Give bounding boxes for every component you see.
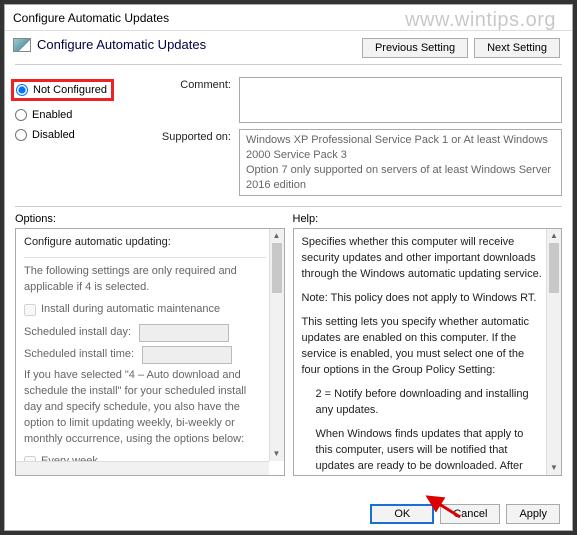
highlight-not-configured: Not Configured: [11, 79, 114, 101]
help-text: When Windows finds updates that apply to…: [302, 427, 544, 477]
help-scrollbar-v[interactable]: ▲ ▼: [546, 229, 561, 475]
help-panel: Help: Specifies whether this computer wi…: [293, 213, 563, 476]
options-scrollbar-h[interactable]: [16, 461, 269, 475]
scheduled-time-row: Scheduled install time:: [24, 346, 266, 364]
checkbox-install-maintenance-input[interactable]: [24, 304, 36, 316]
radio-enabled[interactable]: Enabled: [15, 109, 135, 121]
header-title: Configure Automatic Updates: [37, 37, 206, 52]
nav-buttons: Previous Setting Next Setting: [362, 38, 560, 58]
scheduled-day-row: Scheduled install day:: [24, 324, 266, 342]
help-box: Specifies whether this computer will rec…: [293, 228, 563, 476]
cancel-button[interactable]: Cancel: [440, 504, 500, 524]
supported-on-box: Windows XP Professional Service Pack 1 o…: [239, 129, 562, 196]
radio-not-configured-input[interactable]: [16, 84, 28, 96]
radio-not-configured[interactable]: Not Configured: [16, 84, 107, 96]
footer-buttons: OK Cancel Apply: [370, 504, 560, 524]
radio-enabled-label: Enabled: [32, 109, 72, 121]
scroll-thumb[interactable]: [272, 243, 282, 293]
help-text: 2 = Notify before downloading and instal…: [302, 387, 544, 419]
help-text: This setting lets you specify whether au…: [302, 315, 544, 379]
ok-button[interactable]: OK: [370, 504, 434, 524]
scheduled-time-label: Scheduled install time:: [24, 347, 134, 363]
radio-disabled-input[interactable]: [15, 129, 27, 141]
scroll-thumb[interactable]: [549, 243, 559, 293]
checkbox-install-maintenance[interactable]: Install during automatic maintenance: [24, 302, 266, 318]
panels: Options: Configure automatic updating: T…: [5, 213, 572, 476]
state-radios: Not Configured Enabled Disabled: [15, 77, 135, 196]
divider: [24, 257, 266, 258]
scheduled-day-label: Scheduled install day:: [24, 325, 131, 341]
radio-enabled-input[interactable]: [15, 109, 27, 121]
help-text: Note: This policy does not apply to Wind…: [302, 291, 544, 307]
radio-not-configured-label: Not Configured: [33, 84, 107, 96]
comment-label: Comment:: [149, 77, 231, 91]
options-text-1: The following settings are only required…: [24, 264, 266, 296]
supported-row: Supported on: Windows XP Professional Se…: [149, 129, 562, 196]
scroll-up-icon[interactable]: ▲: [547, 229, 561, 243]
scheduled-day-select[interactable]: [139, 324, 229, 342]
window-titlebar: Configure Automatic Updates: [5, 5, 572, 31]
supported-label: Supported on:: [149, 129, 231, 143]
scroll-up-icon[interactable]: ▲: [270, 229, 284, 243]
config-area: Not Configured Enabled Disabled Comment:: [5, 71, 572, 200]
divider: [15, 64, 562, 65]
options-heading: Configure automatic updating:: [24, 235, 266, 251]
next-setting-button[interactable]: Next Setting: [474, 38, 560, 58]
help-label: Help:: [293, 213, 563, 225]
scroll-down-icon[interactable]: ▼: [547, 461, 561, 475]
help-text: Specifies whether this computer will rec…: [302, 235, 544, 283]
options-label: Options:: [15, 213, 285, 225]
scheduled-time-select[interactable]: [142, 346, 232, 364]
options-text-2: If you have selected "4 – Auto download …: [24, 368, 266, 448]
previous-setting-button[interactable]: Previous Setting: [362, 38, 468, 58]
options-scrollbar-v[interactable]: ▲ ▼: [269, 229, 284, 461]
radio-disabled[interactable]: Disabled: [15, 129, 135, 141]
comment-textarea[interactable]: [239, 77, 562, 123]
checkbox-install-maintenance-label: Install during automatic maintenance: [41, 302, 220, 318]
options-box: Configure automatic updating: The follow…: [15, 228, 285, 476]
policy-icon: [13, 38, 31, 52]
options-panel: Options: Configure automatic updating: T…: [15, 213, 285, 476]
radio-disabled-label: Disabled: [32, 129, 75, 141]
divider: [15, 206, 562, 207]
window-title: Configure Automatic Updates: [13, 11, 169, 25]
comment-row: Comment:: [149, 77, 562, 123]
apply-button[interactable]: Apply: [506, 504, 560, 524]
scroll-down-icon[interactable]: ▼: [270, 447, 284, 461]
